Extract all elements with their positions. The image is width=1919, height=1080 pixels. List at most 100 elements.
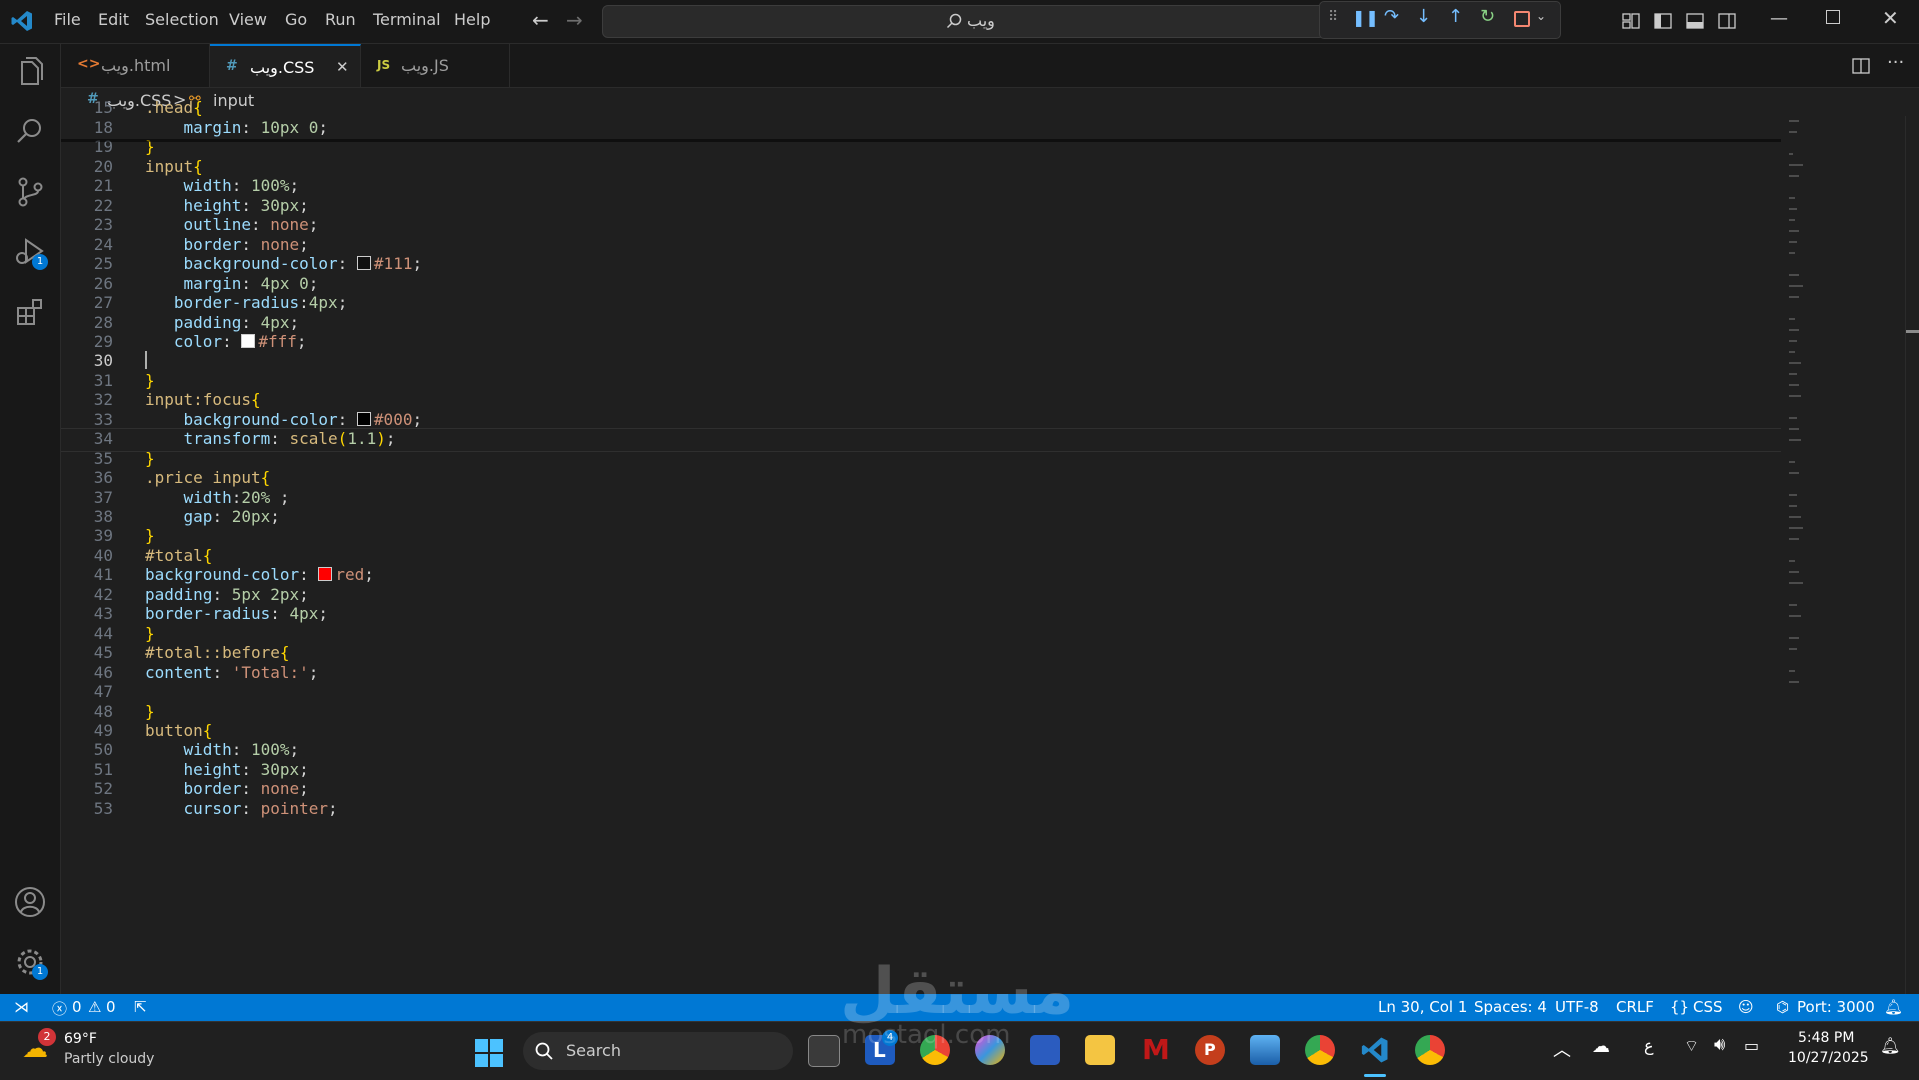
restore-icon[interactable] — [1826, 10, 1840, 24]
scrollbar-thumb[interactable] — [1906, 330, 1919, 333]
code-text: width:20% ; — [183, 487, 290, 507]
minimap-line — [1789, 384, 1799, 386]
color-swatch[interactable] — [356, 256, 371, 271]
extensions-icon[interactable] — [12, 294, 48, 330]
search-view-icon[interactable] — [12, 114, 48, 150]
step-over-icon[interactable]: ↷ — [1384, 6, 1399, 27]
tab-web-html[interactable]: <> ويب.html — [61, 44, 210, 87]
vscode-logo-icon — [11, 11, 32, 31]
minimap-line — [1789, 120, 1799, 122]
forward-arrow-icon[interactable]: → — [566, 8, 583, 32]
volume-icon[interactable]: 🔊︎ — [1714, 1034, 1725, 1055]
menu-run[interactable]: Run — [325, 10, 356, 29]
close-tab-icon[interactable]: ✕ — [336, 58, 349, 76]
minimap-line — [1789, 428, 1799, 430]
powerpoint-icon[interactable]: P — [1195, 1035, 1225, 1065]
onedrive-icon[interactable]: ☁ — [1592, 1036, 1610, 1057]
line-number: 51 — [93, 759, 113, 779]
chrome-second-icon[interactable] — [1415, 1035, 1445, 1065]
restart-icon[interactable]: ↻ — [1480, 6, 1495, 27]
clock-date[interactable]: 10/27/2025 — [1788, 1050, 1869, 1066]
toggle-panel-icon[interactable] — [1686, 12, 1704, 30]
battery-icon[interactable]: ▭ — [1744, 1036, 1759, 1055]
chrome-profile-icon[interactable] — [1305, 1035, 1335, 1065]
minimize-icon[interactable]: — — [1770, 8, 1788, 29]
warning-icon[interactable]: ⚠ — [88, 998, 101, 1016]
taskbar-search[interactable]: Search — [523, 1032, 793, 1070]
tab-web-css[interactable]: # ويب.CSS ✕ — [210, 44, 361, 87]
end-of-line[interactable]: CRLF — [1616, 998, 1654, 1016]
menu-terminal[interactable]: Terminal — [373, 10, 441, 29]
line-number: 43 — [93, 604, 113, 624]
sticky-scroll-shadow — [61, 139, 1781, 142]
notifications-icon[interactable]: 🔔︎ — [1880, 1036, 1900, 1055]
file-explorer-icon[interactable] — [1085, 1035, 1115, 1065]
code-text: color: #fff; — [173, 331, 307, 351]
encoding[interactable]: UTF-8 — [1555, 998, 1599, 1016]
vertical-scrollbar[interactable] — [1905, 116, 1919, 994]
source-control-icon[interactable] — [12, 174, 48, 210]
menu-help[interactable]: Help — [454, 10, 490, 29]
live-server-port[interactable]: Port: 3000 — [1797, 998, 1875, 1016]
photos-icon[interactable] — [1250, 1035, 1280, 1065]
color-swatch[interactable] — [318, 567, 333, 582]
stop-icon[interactable] — [1514, 11, 1530, 27]
bell-icon[interactable]: 🔔︎ — [1884, 998, 1903, 1016]
step-into-icon[interactable]: ↓ — [1416, 6, 1431, 27]
toggle-primary-sidebar-icon[interactable] — [1654, 12, 1672, 30]
line-number: 25 — [93, 254, 113, 274]
chevron-down-icon[interactable]: ⌄ — [1536, 9, 1546, 23]
customize-layout-icon[interactable] — [1622, 12, 1640, 30]
code-text: } — [145, 448, 155, 468]
clock-time[interactable]: 5:48 PM — [1798, 1030, 1854, 1046]
minimap-line — [1789, 395, 1801, 397]
minimap-line — [1789, 648, 1797, 650]
indentation[interactable]: Spaces: 4 — [1474, 998, 1547, 1016]
command-center-search[interactable]: ويب — [602, 5, 1325, 38]
windows-start-icon[interactable] — [474, 1038, 504, 1068]
minimap-line — [1789, 439, 1801, 441]
store-icon[interactable] — [1030, 1035, 1060, 1065]
menu-edit[interactable]: Edit — [98, 10, 129, 29]
line-number: 53 — [93, 798, 113, 818]
chevron-up-icon[interactable]: ︿ — [1553, 1036, 1571, 1062]
settings-badge: 1 — [32, 964, 48, 980]
language-mode[interactable]: CSS — [1693, 998, 1723, 1016]
minimap[interactable] — [1785, 116, 1905, 994]
menu-view[interactable]: View — [229, 10, 267, 29]
more-actions-icon[interactable]: ··· — [1887, 52, 1904, 73]
task-view-icon[interactable] — [808, 1035, 840, 1067]
menu-go[interactable]: Go — [285, 10, 307, 29]
live-share-icon[interactable]: ⇱ — [134, 998, 147, 1016]
copilot-icon[interactable]: ☺ — [1738, 998, 1754, 1016]
accounts-icon[interactable] — [12, 884, 48, 920]
mcafee-icon[interactable]: M — [1140, 1033, 1170, 1066]
color-swatch[interactable] — [241, 333, 256, 348]
vscode-taskbar-icon[interactable] — [1360, 1035, 1390, 1065]
minimap-line — [1789, 417, 1797, 419]
menu-file[interactable]: File — [54, 10, 81, 29]
code-text: input{ — [145, 156, 203, 176]
minimap-line — [1789, 296, 1799, 298]
temperature: 69°F — [64, 1031, 97, 1047]
close-window-icon[interactable]: ✕ — [1882, 6, 1899, 30]
wifi-icon[interactable]: ⌔ — [1684, 1036, 1699, 1056]
menu-selection[interactable]: Selection — [145, 10, 219, 29]
cursor-position[interactable]: Ln 30, Col 1 — [1378, 998, 1467, 1016]
back-arrow-icon[interactable]: ← — [532, 8, 549, 32]
code-editor[interactable]: 15 .head{18 margin: 10px 0; 19} 20 input{21 … — [61, 98, 1781, 994]
line-number: 44 — [93, 623, 113, 643]
step-out-icon[interactable]: ↑ — [1448, 6, 1463, 27]
split-editor-icon[interactable] — [1852, 57, 1870, 75]
input-language[interactable]: ع — [1644, 1036, 1654, 1055]
error-icon[interactable]: ⓧ — [52, 998, 67, 1019]
drag-handle-icon[interactable]: ⠿ — [1328, 9, 1338, 25]
toggle-secondary-sidebar-icon[interactable] — [1718, 12, 1736, 30]
remote-icon[interactable]: ⋊ — [14, 998, 29, 1016]
code-line[interactable]: 53 cursor: pointer; — [61, 799, 1781, 823]
tab-web-js[interactable]: JS ويب.JS — [361, 44, 510, 87]
pause-icon[interactable]: ❚❚ — [1352, 8, 1379, 27]
color-swatch[interactable] — [356, 411, 371, 426]
explorer-icon[interactable] — [12, 54, 48, 90]
active-app-indicator — [1364, 1074, 1386, 1077]
